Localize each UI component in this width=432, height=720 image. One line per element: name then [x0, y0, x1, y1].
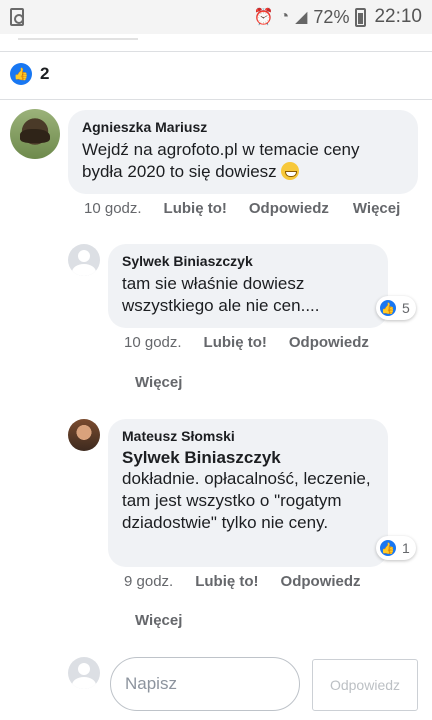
reply-button[interactable]: Odpowiedz [249, 200, 329, 217]
comment-reactions[interactable]: 👍 1 [376, 536, 416, 560]
comment-timestamp: 10 godz. [124, 334, 182, 351]
more-button[interactable]: Więcej [353, 200, 400, 217]
divider [0, 51, 432, 52]
divider [0, 99, 432, 100]
comment-timestamp: 9 godz. [124, 573, 174, 590]
reaction-count: 5 [402, 300, 410, 316]
comment-actions-more: Więcej [135, 374, 182, 391]
like-count: 2 [40, 64, 50, 83]
clock: 22:10 [374, 6, 422, 27]
comment-actions-more: Więcej [135, 612, 182, 629]
comment-bubble: Agnieszka Mariusz Wejdź na agrofoto.pl w… [68, 110, 418, 194]
like-icon: 👍 [10, 63, 32, 85]
comment-actions: 9 godz. Lubię to! Odpowiedz [124, 573, 361, 590]
more-button[interactable]: Więcej [135, 374, 182, 391]
comment-text: tam sie właśnie dowiesz wszystkiego ale … [122, 274, 320, 315]
avatar[interactable] [68, 419, 100, 451]
avatar-placeholder-icon [68, 657, 100, 689]
alarm-icon: ⏰ [253, 9, 274, 26]
grinning-emoji-icon [281, 162, 300, 180]
comment-author[interactable]: Mateusz Słomski [122, 428, 374, 444]
status-bar-right: ⏰ ◔ ◢ 72% 22:10 [254, 0, 422, 34]
avatar-placeholder-icon[interactable] [68, 244, 100, 276]
reply-button[interactable]: Odpowiedz [289, 334, 369, 351]
more-button[interactable]: Więcej [135, 612, 182, 629]
reply-input[interactable] [110, 657, 300, 711]
mention-link[interactable]: Sylwek Biniaszczyk [122, 448, 374, 468]
like-button[interactable]: Lubię to! [195, 573, 258, 590]
send-reply-button[interactable]: Odpowiedz [312, 659, 418, 711]
battery-percent: 72% [313, 6, 350, 27]
reply-button[interactable]: Odpowiedz [281, 573, 361, 590]
comment-actions: 10 godz. Lubię to! Odpowiedz Więcej [84, 200, 400, 217]
like-icon: 👍 [378, 298, 398, 318]
comment-actions: 10 godz. Lubię to! Odpowiedz [124, 334, 369, 351]
scrolled-content-remnant [0, 34, 432, 52]
comment-bubble: Sylwek Biniaszczyk tam sie właśnie dowie… [108, 244, 388, 328]
reaction-count: 1 [402, 540, 410, 556]
like-button[interactable]: Lubię to! [204, 334, 267, 351]
like-button[interactable]: Lubię to! [164, 200, 227, 217]
comment-reactions[interactable]: 👍 5 [376, 296, 416, 320]
comment-bubble: Mateusz Słomski Sylwek Biniaszczyk dokła… [108, 419, 388, 567]
avatar[interactable] [10, 109, 60, 159]
wifi-icon: ◔ [279, 8, 290, 25]
screenshot-notification-icon [10, 8, 24, 26]
battery-icon [355, 7, 367, 27]
like-icon: 👍 [378, 538, 398, 558]
comment-timestamp: 10 godz. [84, 200, 142, 217]
comment-text: dokładnie. opłacalność, leczenie, tam je… [122, 469, 371, 532]
signal-icon: ◢ [295, 9, 308, 26]
comment-text: Wejdź na agrofoto.pl w temacie ceny bydł… [82, 140, 360, 181]
comment-author[interactable]: Sylwek Biniaszczyk [122, 253, 374, 269]
status-bar: ⏰ ◔ ◢ 72% 22:10 [0, 0, 432, 34]
post-reactions[interactable]: 👍 2 [10, 61, 49, 87]
comment-author[interactable]: Agnieszka Mariusz [82, 119, 404, 135]
